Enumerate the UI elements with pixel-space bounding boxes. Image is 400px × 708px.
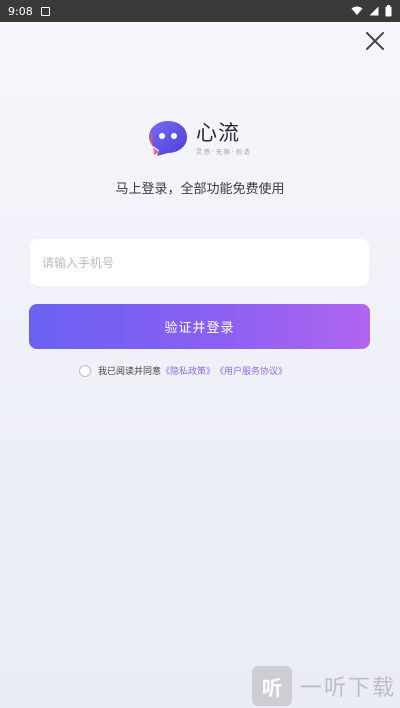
- app-name: 心流: [196, 120, 240, 145]
- signal-icon: [369, 6, 379, 16]
- status-time: 9:08: [8, 4, 33, 18]
- phone-input[interactable]: [30, 239, 369, 286]
- verify-login-label: 验证并登录: [164, 321, 235, 336]
- watermark-text: 一听下载: [299, 676, 396, 701]
- privacy-policy-link[interactable]: 《隐私政策》: [161, 364, 215, 377]
- notification-icon: [40, 6, 50, 16]
- terms-of-service-link[interactable]: 《用户服务协议》: [215, 364, 287, 377]
- verify-login-button[interactable]: 验证并登录: [29, 304, 370, 349]
- tagline: 马上登录，全部功能免费使用: [115, 182, 285, 197]
- close-button[interactable]: [364, 30, 386, 52]
- logo-text: 心流 灵感·无限·创造: [196, 121, 252, 156]
- agreement-checkbox[interactable]: [79, 364, 91, 377]
- status-right: [351, 5, 392, 17]
- app-subtitle: 灵感·无限·创造: [196, 148, 252, 156]
- logo-icon: [146, 118, 190, 158]
- agreement-text: 我已阅读并同意: [98, 367, 162, 377]
- close-icon: [366, 32, 384, 50]
- watermark-badge: 听: [251, 666, 292, 706]
- wifi-icon: [351, 6, 363, 15]
- status-bar: 9:08: [0, 0, 400, 22]
- status-left: 9:08: [8, 5, 50, 18]
- watermark: 听 一听下载: [251, 666, 396, 706]
- battery-icon: [385, 5, 392, 17]
- agreement-row: 我已阅读并同意 《隐私政策》 《用户服务协议》: [79, 364, 287, 377]
- app-logo: 心流 灵感·无限·创造: [146, 114, 256, 162]
